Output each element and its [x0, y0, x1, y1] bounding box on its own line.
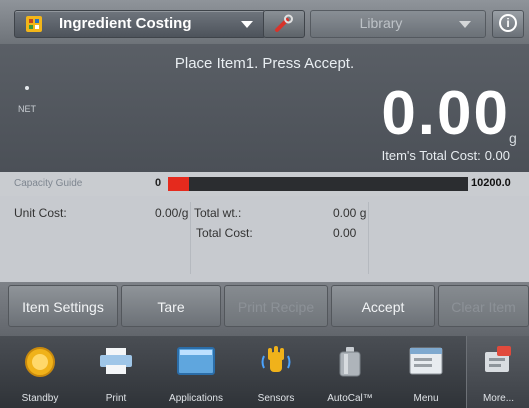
- item-cost-label: Item's Total Cost:: [381, 148, 481, 163]
- settings-button[interactable]: [263, 10, 305, 38]
- nav-more-label: More...: [482, 393, 515, 404]
- nav-autocal-label: AutoCal™: [327, 393, 373, 404]
- application-title: Ingredient Costing: [59, 15, 192, 32]
- print-icon: [100, 348, 132, 374]
- nav-more[interactable]: More...: [466, 336, 529, 408]
- panel-divider: [190, 202, 191, 274]
- nav-autocal[interactable]: AutoCal™: [314, 336, 386, 408]
- nav-sensors-label: Sensors: [257, 393, 295, 404]
- standby-icon: [25, 347, 55, 377]
- library-label: Library: [359, 15, 403, 31]
- nav-standby[interactable]: Standby: [8, 336, 72, 408]
- ingredient-costing-icon: [26, 16, 42, 32]
- calibration-weight-icon: [339, 347, 361, 377]
- info-icon: i: [499, 14, 517, 32]
- top-bar: Ingredient Costing Library i: [0, 0, 529, 44]
- nav-print-label: Print: [105, 393, 127, 404]
- menu-icon: [409, 347, 443, 375]
- nav-applications[interactable]: Applications: [156, 336, 236, 408]
- total-cost-label: Total Cost:: [196, 226, 253, 240]
- panel-divider: [368, 202, 369, 274]
- weight-readout: 0.00: [381, 79, 510, 148]
- library-dropdown[interactable]: Library: [310, 10, 486, 38]
- clear-item-button[interactable]: Clear Item: [438, 285, 529, 327]
- total-weight-label: Total wt.:: [194, 206, 242, 220]
- chevron-down-icon: [459, 21, 471, 28]
- item-total-cost: Item's Total Cost: 0.00: [330, 148, 510, 163]
- nav-print[interactable]: Print: [84, 336, 148, 408]
- more-icon: [485, 346, 511, 372]
- wrench-icon: [275, 14, 293, 32]
- tare-button[interactable]: Tare: [121, 285, 221, 327]
- capacity-guide: Capacity Guide 0 10200.0: [0, 172, 529, 196]
- instruction-prompt: Place Item1. Press Accept.: [174, 55, 355, 72]
- weight-unit: g: [509, 130, 517, 146]
- net-label: NET: [18, 104, 36, 114]
- applications-icon: [177, 347, 215, 375]
- unit-cost-value: 0.00/g: [155, 206, 189, 220]
- total-weight-value: 0.00 g: [333, 206, 367, 220]
- capacity-track: [168, 177, 468, 191]
- nav-applications-label: Applications: [169, 393, 223, 404]
- weighing-display: Place Item1. Press Accept. NET 0.00 g It…: [0, 44, 529, 172]
- nav-sensors[interactable]: Sensors: [240, 336, 312, 408]
- capacity-min: 0: [155, 177, 162, 189]
- item-cost-value: 0.00: [484, 148, 510, 163]
- item-settings-button[interactable]: Item Settings: [8, 285, 118, 327]
- softkey-bar: Item Settings Tare Print Recipe Accept C…: [0, 282, 529, 336]
- print-recipe-button[interactable]: Print Recipe: [224, 285, 328, 327]
- info-button[interactable]: i: [492, 10, 524, 38]
- unit-cost-label: Unit Cost:: [14, 206, 67, 220]
- capacity-guide-label: Capacity Guide: [14, 178, 83, 189]
- stability-indicator: [25, 86, 29, 90]
- application-dropdown[interactable]: Ingredient Costing: [14, 10, 266, 38]
- hand-sensor-icon: [261, 346, 291, 372]
- nav-menu-label: Menu: [413, 393, 439, 404]
- accept-button[interactable]: Accept: [331, 285, 435, 327]
- total-cost-value: 0.00: [333, 226, 357, 240]
- chevron-down-icon: [241, 21, 253, 28]
- capacity-fill: [168, 177, 189, 191]
- nav-menu[interactable]: Menu: [390, 336, 462, 408]
- nav-standby-label: Standby: [21, 393, 59, 404]
- costing-info-panel: Unit Cost: 0.00/g Total wt.: 0.00 g Tota…: [0, 196, 529, 282]
- capacity-max: 10200.0: [471, 177, 511, 189]
- balance-screen: Ingredient Costing Library i Place Item1…: [0, 0, 529, 408]
- bottom-nav: Standby Print Applications Sensors AutoC…: [0, 336, 529, 408]
